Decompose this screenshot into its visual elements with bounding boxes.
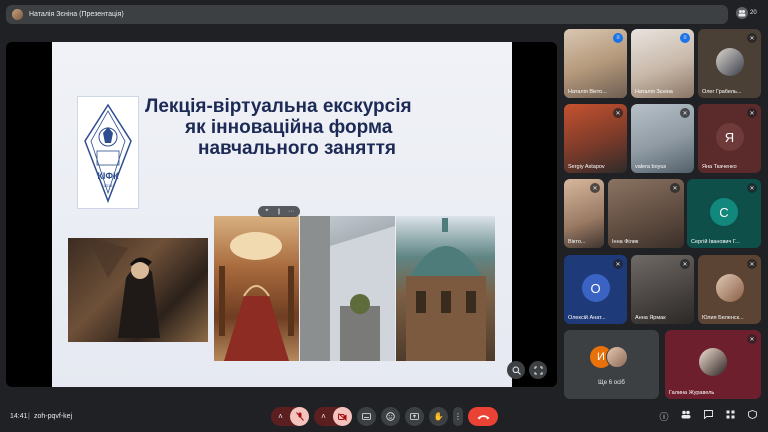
- mic-off-icon: ✕: [680, 259, 690, 269]
- camera-options-chevron-icon[interactable]: ˄: [314, 407, 333, 426]
- camera-control[interactable]: ˄: [314, 407, 352, 426]
- participant-name: Вікто...: [568, 239, 586, 245]
- slide-title-line-2: як інноваційна форма: [185, 117, 393, 138]
- participant-name: Наталія Вікто...: [568, 89, 607, 95]
- zoom-icon[interactable]: [507, 361, 525, 379]
- mute-presentation-icon[interactable]: ∥: [274, 208, 284, 215]
- participant-tile[interactable]: ✕ Галина Журавель: [665, 330, 761, 399]
- participant-name: Олег Грабель...: [702, 89, 742, 95]
- emblem-year: 2013: [104, 183, 114, 188]
- more-options-icon[interactable]: ⋯: [286, 208, 296, 215]
- staircase-image: [214, 216, 299, 361]
- people-icon[interactable]: [680, 410, 692, 423]
- participant-name: valera boyus: [635, 164, 667, 170]
- participant-avatar: [606, 346, 628, 368]
- mic-off-icon: ✕: [747, 334, 757, 344]
- street-image: [300, 216, 395, 361]
- participant-avatar: [699, 347, 727, 376]
- participant-tile[interactable]: ✕ Олег Грабель...: [698, 29, 761, 98]
- slide-title: Лекція-віртуальна екскурсія як інновацій…: [142, 96, 502, 159]
- presentation-stage: КІФК 2013 Лекція-віртуальна екскурсія як…: [6, 42, 557, 387]
- participant-avatar: [715, 48, 744, 77]
- mic-off-icon: ✕: [747, 259, 757, 269]
- people-icon: [736, 7, 748, 19]
- participant-name: Sergiy Astapov: [568, 164, 605, 170]
- present-screen-icon[interactable]: [405, 407, 424, 426]
- participant-tile[interactable]: Я ✕ Яна Ткаченко: [698, 104, 761, 173]
- participant-name: Наталія Зєніна: [635, 89, 673, 95]
- mic-off-icon: ✕: [613, 259, 623, 269]
- microphone-control[interactable]: ˄: [271, 407, 309, 426]
- camera-off-icon[interactable]: [333, 407, 352, 426]
- more-options-icon[interactable]: ⋮: [453, 407, 463, 426]
- napoleon-painting-image: [68, 238, 208, 342]
- emblem-text: КІФК: [97, 171, 119, 181]
- zoom-controls: [507, 361, 547, 379]
- clock: 14:41: [10, 413, 28, 420]
- mic-off-icon: ✕: [590, 183, 600, 193]
- fullscreen-icon[interactable]: [529, 361, 547, 379]
- chat-icon[interactable]: [702, 410, 714, 423]
- participant-tile[interactable]: ✕ valera boyus: [631, 104, 694, 173]
- more-participants-label: Ще 6 осіб: [598, 380, 625, 386]
- participant-name: Галина Журавель: [669, 390, 715, 396]
- participant-avatar: [715, 274, 744, 303]
- more-participants-tile[interactable]: И Ще 6 осіб: [564, 330, 659, 399]
- bottom-toolbar: 14:41 | zoh-pqvf-kej ˄ ˄ ✋ ⋮ ⓘ: [0, 404, 768, 432]
- separator: |: [28, 413, 30, 420]
- participant-tile[interactable]: ✕ Інна Філик: [608, 179, 684, 248]
- people-indicator[interactable]: 20: [736, 7, 757, 19]
- presenter-avatar: [12, 9, 23, 20]
- participant-tile[interactable]: О ✕ Олексій Анат...: [564, 255, 627, 324]
- participant-tile[interactable]: ✕ Вікто...: [564, 179, 604, 248]
- participant-tile[interactable]: С ✕ Сергій Іванович Г...: [687, 179, 761, 248]
- meeting-code[interactable]: zoh-pqvf-kej: [34, 413, 72, 420]
- slide-title-line-3: навчального заняття: [198, 138, 396, 159]
- participant-avatar: О: [581, 274, 610, 303]
- participant-tile[interactable]: ≡ Наталія Вікто...: [564, 29, 627, 98]
- pin-icon[interactable]: ⌖: [262, 208, 272, 215]
- speaking-icon: ≡: [680, 33, 690, 43]
- participant-name: Яна Ткаченко: [702, 164, 737, 170]
- mic-off-icon: ✕: [680, 108, 690, 118]
- participant-name: Юлия Беленск...: [702, 315, 744, 321]
- leave-call-icon[interactable]: [468, 407, 498, 426]
- mic-off-icon[interactable]: [290, 407, 309, 426]
- slide-hover-controls[interactable]: ⌖ ∥ ⋯: [258, 206, 300, 217]
- presentation-title: Наталія Зєніна (Презентація): [29, 11, 124, 18]
- host-controls-icon[interactable]: [746, 410, 758, 423]
- dome-building-image: [396, 216, 495, 361]
- raise-hand-icon[interactable]: ✋: [429, 407, 448, 426]
- activities-icon[interactable]: [724, 410, 736, 423]
- mic-off-icon: ✕: [670, 183, 680, 193]
- participant-name: Олексій Анат...: [568, 315, 606, 321]
- participant-name: Сергій Іванович Г...: [691, 239, 740, 245]
- institute-emblem: КІФК 2013: [77, 96, 139, 209]
- participant-tile[interactable]: ✕ Юлия Беленск...: [698, 255, 761, 324]
- presentation-banner[interactable]: Наталія Зєніна (Презентація): [6, 5, 728, 24]
- more-participants-avatars: И: [590, 346, 628, 368]
- slide-title-line-1: Лекція-віртуальна екскурсія: [145, 96, 412, 117]
- mic-off-icon: ✕: [747, 108, 757, 118]
- participant-tile[interactable]: ≡ Наталія Зєніна: [631, 29, 694, 98]
- mic-options-chevron-icon[interactable]: ˄: [271, 407, 290, 426]
- call-controls: ˄ ˄ ✋ ⋮: [271, 407, 498, 426]
- meet-window: Наталія Зєніна (Презентація) 20 КІФК 201…: [0, 0, 768, 432]
- people-count: 20: [750, 10, 757, 16]
- mic-off-icon: ✕: [747, 183, 757, 193]
- side-panel-controls: ⓘ: [658, 410, 758, 423]
- captions-button[interactable]: [357, 407, 376, 426]
- emoji-reactions-icon[interactable]: [381, 407, 400, 426]
- participant-avatar: С: [710, 198, 738, 227]
- speaking-icon: ≡: [613, 33, 623, 43]
- participant-name: Анна Ярмак: [635, 315, 666, 321]
- meeting-details-icon[interactable]: ⓘ: [658, 410, 670, 423]
- participant-avatar: Я: [715, 123, 744, 152]
- mic-off-icon: ✕: [613, 108, 623, 118]
- mic-off-icon: ✕: [747, 33, 757, 43]
- participant-tile[interactable]: ✕ Sergiy Astapov: [564, 104, 627, 173]
- participant-name: Інна Філик: [612, 239, 639, 245]
- participant-tile[interactable]: ✕ Анна Ярмак: [631, 255, 694, 324]
